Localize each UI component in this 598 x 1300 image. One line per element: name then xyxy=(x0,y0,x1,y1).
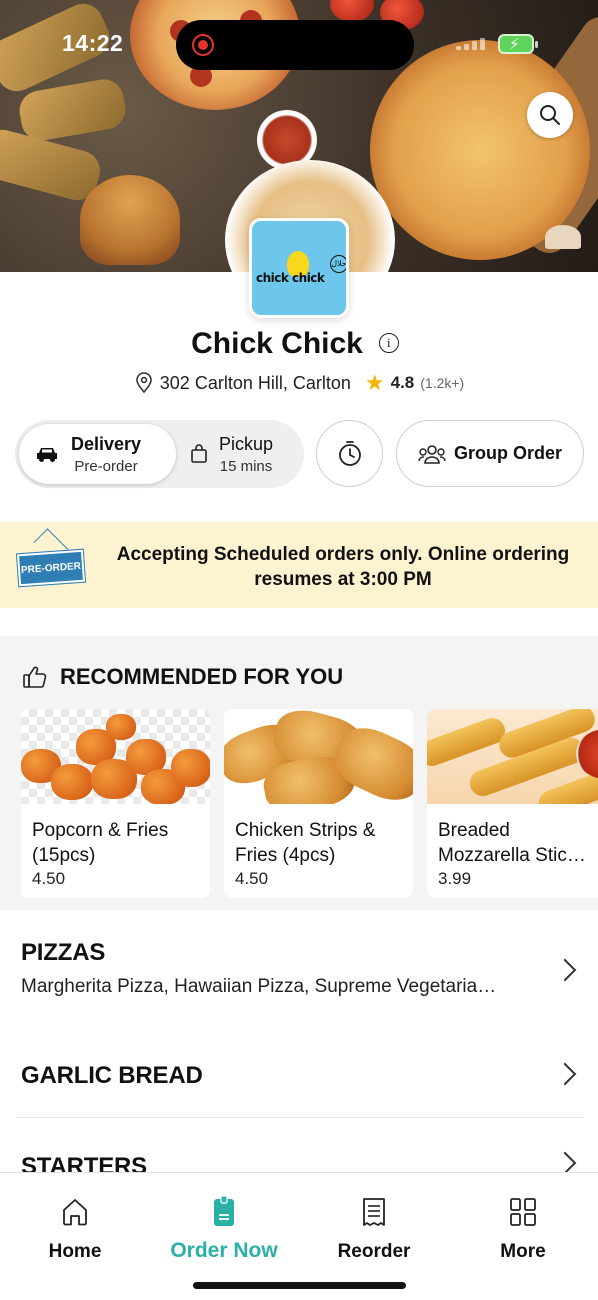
grid-icon xyxy=(510,1198,536,1226)
preorder-banner: PRE-ORDER Accepting Scheduled orders onl… xyxy=(0,522,598,608)
nav-label: Reorder xyxy=(337,1241,411,1262)
banner-message: Accepting Scheduled orders only. Online … xyxy=(116,544,570,590)
chevron-right-icon xyxy=(553,1062,577,1086)
mozzarella-sticks-image xyxy=(427,709,598,804)
battery-icon: ⚡ xyxy=(498,34,538,54)
receipt-icon xyxy=(363,1198,385,1226)
recommended-item-card[interactable]: Popcorn & Fries (15pcs) 4.50 xyxy=(21,709,210,898)
info-icon[interactable]: i xyxy=(378,333,399,353)
nav-home[interactable]: Home xyxy=(0,1195,150,1263)
recommended-item-card[interactable]: Chicken Strips & Fries (4pcs) 4.50 xyxy=(224,709,413,898)
group-order-label: Group Order xyxy=(453,443,562,463)
address-row: 302 Carlton Hill, Carlton ★ 4.8 (1.2k+) xyxy=(0,370,598,396)
recommended-section: RECOMMENDED FOR YOU Popcorn & Fries (15pc… xyxy=(0,636,598,910)
restaurant-name: Chick Chick xyxy=(191,327,363,360)
popcorn-chicken-image xyxy=(21,709,210,804)
restaurant-logo: chick chick حلال xyxy=(249,218,349,318)
halal-icon: حلال xyxy=(330,255,346,273)
item-price: 3.99 xyxy=(438,869,472,888)
group-order-button[interactable]: Group Order xyxy=(396,420,584,487)
logo-text: chick chick xyxy=(256,271,325,285)
nav-label: Home xyxy=(48,1241,102,1262)
nav-reorder[interactable]: Reorder xyxy=(299,1195,449,1263)
search-icon xyxy=(540,105,560,125)
location-pin-icon xyxy=(135,372,152,394)
nav-order-now[interactable]: Order Now xyxy=(149,1195,299,1263)
recommended-cards: Popcorn & Fries (15pcs) 4.50 Chicken Stri… xyxy=(21,709,598,898)
category-title: GARLIC BREAD xyxy=(21,1062,203,1089)
category-items: Margherita Pizza, Hawaiian Pizza, Suprem… xyxy=(21,976,497,997)
chevron-right-icon xyxy=(553,1151,577,1172)
home-indicator xyxy=(193,1282,406,1289)
recommended-header: RECOMMENDED FOR YOU xyxy=(22,664,343,690)
preorder-sign: PRE-ORDER xyxy=(16,549,86,587)
timer-icon xyxy=(338,440,361,466)
recording-icon xyxy=(192,34,214,56)
item-name: Breaded Mozzarella Stic… xyxy=(438,820,586,866)
delivery-sub: Pre-order xyxy=(74,457,138,475)
item-price: 4.50 xyxy=(235,869,269,888)
category-starters[interactable]: STARTERS xyxy=(0,1118,598,1172)
tomato xyxy=(330,0,374,22)
nav-label: More xyxy=(500,1241,546,1262)
recommended-title: RECOMMENDED FOR YOU xyxy=(60,664,344,689)
category-garlic-bread[interactable]: GARLIC BREAD xyxy=(0,1034,598,1118)
category-pizzas[interactable]: PIZZAS Margherita Pizza, Hawaiian Pizza,… xyxy=(0,910,598,1034)
car-icon xyxy=(37,448,57,462)
pickup-label: Pickup xyxy=(219,433,274,454)
star-icon: ★ xyxy=(364,370,385,395)
order-now-icon xyxy=(214,1196,234,1226)
pickup-sub: 15 mins xyxy=(219,457,273,475)
delivery-label: Delivery xyxy=(71,433,142,454)
item-name: Popcorn & Fries (15pcs) xyxy=(32,820,169,866)
thumbs-up-icon xyxy=(23,666,47,688)
mushroom xyxy=(545,225,581,249)
restaurant-title: Chick Chick i xyxy=(0,327,598,361)
group-icon xyxy=(418,444,446,464)
recommended-item-card[interactable]: Breaded Mozzarella Stic… 3.99 xyxy=(427,709,598,898)
garlic-bread-slice xyxy=(16,76,129,144)
nav-more[interactable]: More xyxy=(448,1195,598,1263)
rating-count: (1.2k+) xyxy=(420,375,465,391)
dynamic-island xyxy=(176,20,414,70)
chicken-strips-image xyxy=(224,709,413,804)
fulfillment-mode-switch: Delivery Pre-order Pickup 15 mins xyxy=(15,420,304,488)
chevron-right-icon xyxy=(553,958,577,982)
rating-value: 4.8 xyxy=(390,373,415,392)
pickup-option[interactable]: Pickup 15 mins xyxy=(185,424,300,484)
bottom-nav: Home Order Now Reorder More xyxy=(0,1172,598,1300)
restaurant-address: 302 Carlton Hill, Carlton xyxy=(159,372,351,393)
delivery-option[interactable]: Delivery Pre-order xyxy=(19,424,176,484)
category-title: STARTERS xyxy=(21,1153,147,1172)
nav-label: Order Now xyxy=(170,1239,278,1262)
category-title: PIZZAS xyxy=(21,939,106,966)
signal-icon xyxy=(456,38,488,50)
burger xyxy=(80,175,180,265)
bag-icon xyxy=(191,444,207,463)
status-time: 14:22 xyxy=(62,30,124,56)
schedule-button[interactable] xyxy=(316,420,383,487)
item-name: Chicken Strips & Fries (4pcs) xyxy=(235,820,376,866)
search-button[interactable] xyxy=(527,92,573,138)
item-price: 4.50 xyxy=(32,869,66,888)
home-icon xyxy=(63,1199,87,1226)
